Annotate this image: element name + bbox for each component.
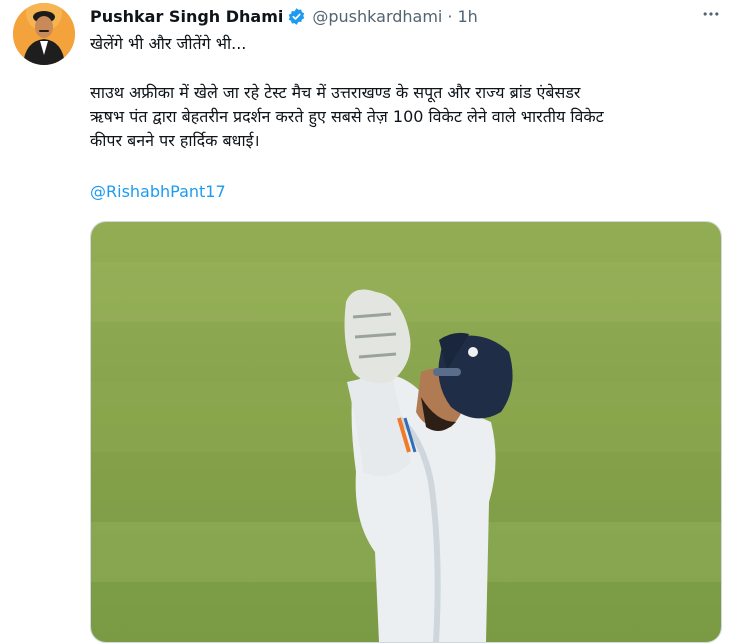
tweet-timestamp[interactable]: 1h (457, 7, 477, 26)
more-options-button[interactable] (696, 4, 726, 28)
tweet-card[interactable]: Pushkar Singh Dhami @pushkardhami · 1h ख… (0, 0, 733, 643)
separator-dot: · (447, 6, 453, 26)
author-handle[interactable]: @pushkardhami (312, 7, 442, 26)
author-display-name[interactable]: Pushkar Singh Dhami (90, 7, 283, 26)
author-avatar[interactable] (13, 3, 75, 65)
cricket-wicketkeeper-photo (91, 222, 721, 642)
tweet-text-line: खेलेंगे भी और जीतेंगे भी... (90, 34, 247, 53)
avatar-photo (13, 3, 75, 65)
tweet-text-line: साउथ अफ्रीका में खेले जा रहे टेस्ट मैच म… (90, 83, 581, 102)
tweet-header: Pushkar Singh Dhami @pushkardhami · 1h (90, 4, 478, 28)
verified-badge-icon (287, 7, 306, 26)
tweet-media-photo[interactable] (90, 221, 722, 643)
more-horizontal-icon (701, 4, 721, 29)
mention-link[interactable]: @RishabhPant17 (90, 180, 226, 204)
tweet-text-line: कीपर बनने पर हार्दिक बधाई। (90, 131, 260, 150)
tweet-text-line: ऋषभ पंत द्वारा बेहतरीन प्रदर्शन करते हुए… (90, 107, 604, 126)
